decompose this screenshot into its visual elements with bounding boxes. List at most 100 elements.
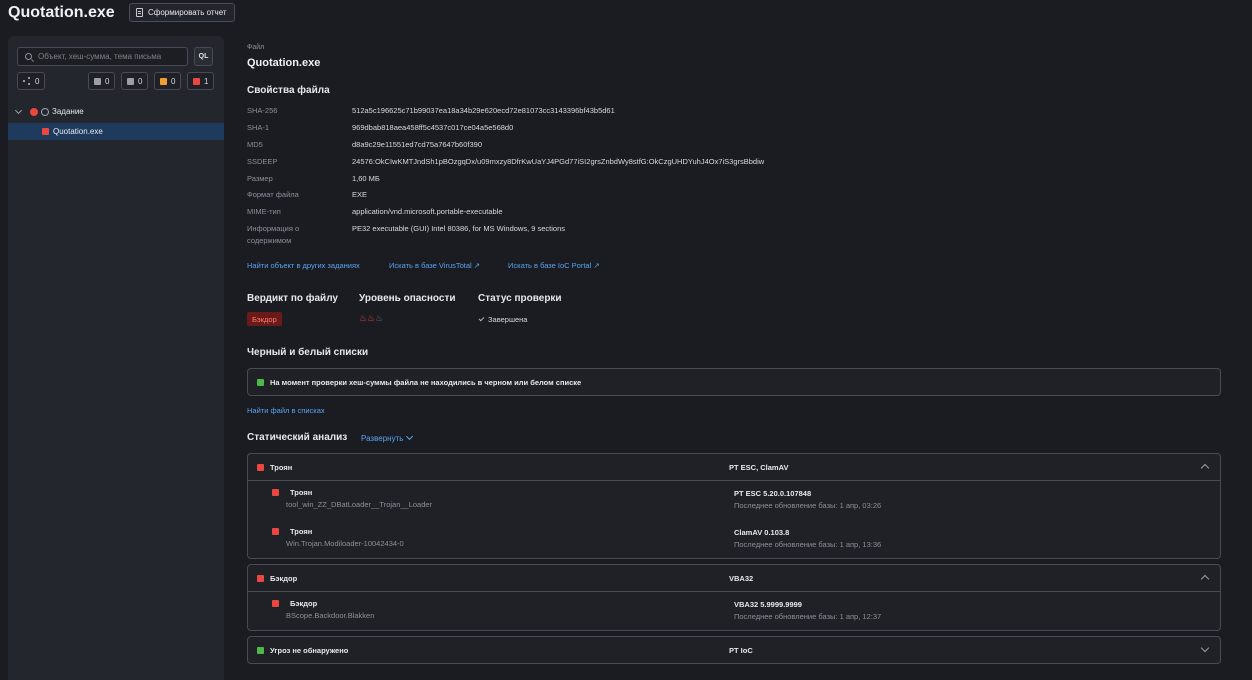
- prop-key: Формат файла: [247, 190, 299, 199]
- prop-value: 24576:OkCIwKMTJndSh1pBOzgqDx/u09mxzy8Dfr…: [352, 157, 765, 166]
- status-value: Завершена: [478, 315, 528, 324]
- filter-chip-unknown[interactable]: 0: [88, 72, 116, 90]
- chip-count: 0: [138, 76, 143, 86]
- share-icon: [23, 77, 31, 85]
- static-analysis-title: Статический анализ: [247, 432, 348, 443]
- file-label: Файл: [247, 44, 265, 51]
- detection-item: Троян tool_win_ZZ_DBatLoader__Trojan__Lo…: [272, 488, 432, 509]
- search-input[interactable]: [38, 52, 183, 61]
- chip-count: 1: [204, 76, 209, 86]
- chevron-up-icon[interactable]: [1200, 574, 1210, 584]
- flame-icon: ♨: [367, 313, 376, 323]
- ql-button[interactable]: QL: [194, 47, 213, 66]
- green-square-icon: [257, 646, 264, 654]
- prop-value: 1,60 МБ: [352, 174, 380, 183]
- prop-value: EXE: [352, 190, 368, 199]
- red-square-icon: [257, 463, 264, 471]
- red-square-icon: [272, 528, 279, 535]
- orange-square-icon: [160, 77, 167, 85]
- prop-key: MD5: [247, 140, 263, 149]
- search-box[interactable]: [17, 47, 188, 66]
- engine-updated: Последнее обновление базы: 1 апр, 12:37: [734, 612, 882, 621]
- engine-info: VBA32 5.9999.9999 Последнее обновление б…: [734, 600, 881, 621]
- prop-key: SHA-1: [247, 123, 270, 132]
- prop-key: SSDEEP: [247, 157, 278, 166]
- detection-name: BScope.Backdoor.Blakken: [286, 611, 375, 620]
- chip-count: 0: [105, 76, 110, 86]
- find-in-other-tasks-link[interactable]: Найти объект в других заданиях: [247, 261, 360, 270]
- detection-type: Бэкдор: [290, 599, 318, 608]
- expand-all-button[interactable]: Развернуть: [361, 432, 414, 443]
- virustotal-link[interactable]: Искать в базе VirusTotal ↗: [389, 261, 480, 270]
- status-label: Завершена: [488, 315, 528, 324]
- tree-file-label: Quotation.exe: [53, 127, 103, 136]
- panel-header[interactable]: Угроз не обнаружено PT IoC: [248, 637, 1220, 663]
- panel-body: Троян tool_win_ZZ_DBatLoader__Trojan__Lo…: [248, 480, 1220, 558]
- filter-chip-dangerous[interactable]: 1: [187, 72, 215, 90]
- detection-item: Бэкдор BScope.Backdoor.Blakken: [272, 599, 374, 620]
- panel-header[interactable]: Бэкдор VBA32: [248, 565, 1220, 591]
- file-name: Quotation.exe: [247, 57, 321, 69]
- expand-label: Развернуть: [361, 434, 404, 443]
- panel-source: PT IoC: [729, 646, 753, 655]
- gray-square-icon: [127, 77, 134, 85]
- lists-status-box: На момент проверки хеш-суммы файла не на…: [247, 368, 1221, 396]
- tree-item-task[interactable]: Задание: [8, 103, 224, 120]
- generate-report-button[interactable]: Сформировать отчет: [129, 3, 235, 22]
- prop-value: d8a9c29e11551ed7cd75a7647b60f390: [352, 140, 482, 149]
- engine-name: PT ESC 5.20.0.107848: [734, 489, 812, 498]
- filter-chip-suspicious[interactable]: 0: [154, 72, 182, 90]
- generate-report-label: Сформировать отчет: [148, 8, 227, 17]
- panel-title: Бэкдор: [270, 573, 298, 583]
- red-square-icon: [272, 600, 279, 607]
- circle-icon: [41, 107, 49, 116]
- top-bar: Quotation.exe Сформировать отчет: [0, 0, 1252, 30]
- prop-value: application/vnd.microsoft.portable-execu…: [352, 207, 503, 216]
- tree-item-file[interactable]: Quotation.exe: [8, 123, 224, 140]
- detection-name: tool_win_ZZ_DBatLoader__Trojan__Loader: [286, 500, 433, 509]
- prop-value: 512a5c196625c71b99037ea18a34b29e620ecd72…: [352, 106, 615, 115]
- flame-icon: ♨: [375, 313, 384, 323]
- lists-message: На момент проверки хеш-суммы файла не на…: [270, 377, 582, 387]
- page-title: Quotation.exe: [8, 4, 115, 21]
- analysis-panel-trojan: Троян PT ESC, ClamAV Троян tool_win_ZZ_D…: [247, 453, 1221, 559]
- gray-square-icon: [94, 77, 101, 85]
- panel-source: VBA32: [729, 574, 754, 583]
- panel-source: PT ESC, ClamAV: [729, 463, 789, 472]
- engine-info: PT ESC 5.20.0.107848 Последнее обновлени…: [734, 489, 881, 510]
- filter-chip-clean[interactable]: 0: [121, 72, 149, 90]
- chevron-down-icon[interactable]: [14, 106, 23, 114]
- detection-item: Троян Win.Trojan.Modiloader-10042434-0: [272, 527, 404, 548]
- chevron-up-icon[interactable]: [1200, 463, 1210, 473]
- chip-count: 0: [171, 76, 176, 86]
- chevron-down-icon: [406, 432, 414, 441]
- document-icon: [136, 8, 143, 17]
- prop-value: PE32 executable (GUI) Intel 80386, for M…: [352, 224, 566, 233]
- prop-key: Размер: [247, 174, 273, 183]
- green-square-icon: [257, 378, 264, 386]
- status-title: Статус проверки: [478, 293, 562, 304]
- filter-chip-links[interactable]: 0: [17, 72, 46, 90]
- find-in-lists-link[interactable]: Найти файл в списках: [247, 406, 325, 415]
- chip-count: 0: [35, 76, 40, 86]
- engine-updated: Последнее обновление базы: 1 апр, 03:26: [734, 501, 882, 510]
- iocportal-link[interactable]: Искать в базе IoC Portal ↗: [508, 261, 600, 270]
- properties-title: Свойства файла: [247, 85, 330, 96]
- analysis-panel-clean: Угроз не обнаружено PT IoC: [247, 636, 1221, 664]
- engine-info: ClamAV 0.103.8 Последнее обновление базы…: [734, 528, 881, 549]
- verdict-badge: Бэкдор: [247, 312, 282, 326]
- panel-title: Троян: [270, 462, 293, 472]
- panel-header[interactable]: Троян PT ESC, ClamAV: [248, 454, 1220, 480]
- engine-name: VBA32 5.9999.9999: [734, 600, 802, 609]
- red-dot-icon: [30, 107, 38, 116]
- flame-icon: ♨: [359, 313, 368, 323]
- detection-type: Троян: [290, 527, 313, 536]
- panel-title: Угроз не обнаружено: [270, 645, 349, 655]
- engine-name: ClamAV 0.103.8: [734, 528, 790, 537]
- check-icon: [478, 315, 485, 322]
- chevron-down-icon[interactable]: [1200, 643, 1210, 653]
- panel-body: Бэкдор BScope.Backdoor.Blakken VBA32 5.9…: [248, 591, 1220, 630]
- lists-title: Черный и белый списки: [247, 347, 369, 358]
- danger-level: ♨ ♨ ♨: [359, 313, 383, 324]
- prop-key: Информация о содержимом: [247, 224, 300, 245]
